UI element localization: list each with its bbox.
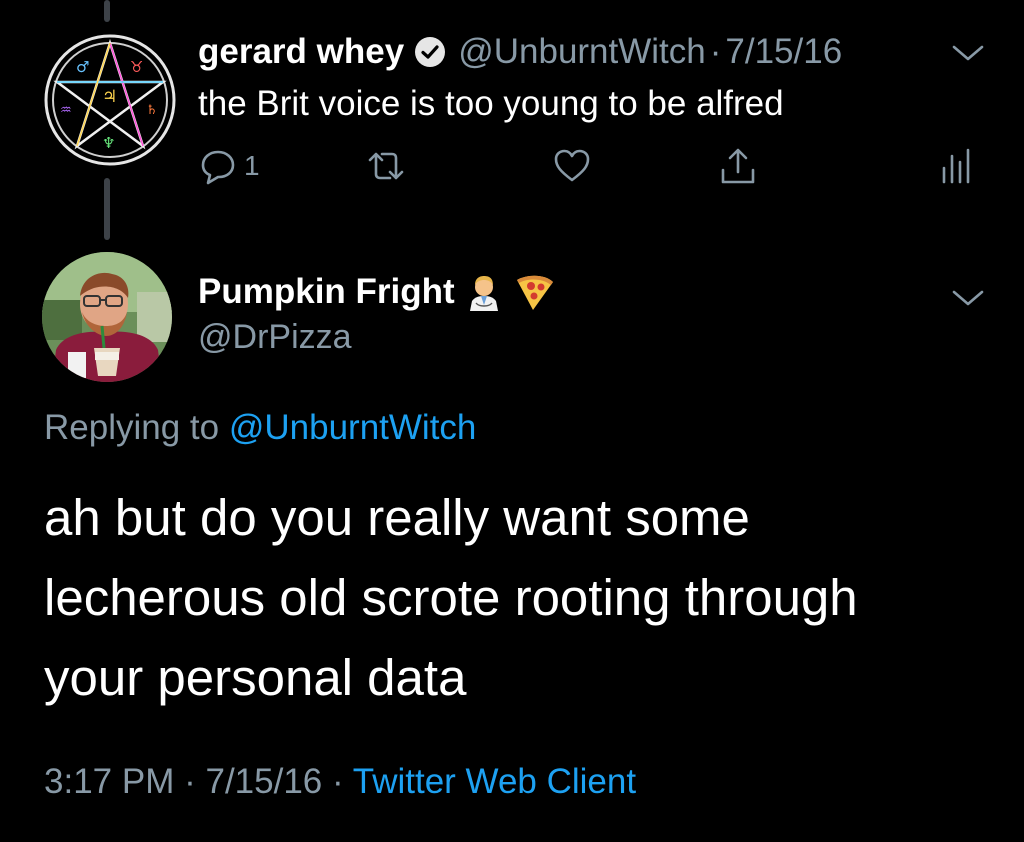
reply-count: 1	[244, 150, 260, 181]
header-separator: ·	[709, 32, 722, 71]
thread-line-connector	[104, 178, 110, 240]
svg-text:♄: ♄	[146, 103, 158, 118]
retweet-icon	[368, 152, 404, 180]
svg-text:♉: ♉	[130, 58, 143, 76]
replying-mention-link[interactable]: @UnburntWitch	[229, 408, 477, 447]
reply-display-name: Pumpkin Fright	[198, 272, 455, 311]
analytics-button[interactable]	[936, 146, 976, 186]
tweet-text-line: your personal data	[44, 649, 467, 706]
reply-tweet-text: ah but do you really want some lecherous…	[44, 478, 1004, 718]
share-icon	[721, 148, 755, 184]
analytics-icon	[942, 148, 970, 184]
parent-date[interactable]: 7/15/16	[725, 32, 842, 72]
reply-display-name-row[interactable]: Pumpkin Fright	[198, 270, 557, 314]
tweet-action-bar: 1	[198, 140, 988, 196]
avatar-photo[interactable]	[42, 252, 172, 382]
svg-text:♆: ♆	[102, 134, 115, 152]
doctor-emoji-icon	[469, 276, 498, 311]
retweet-button[interactable]	[360, 146, 412, 186]
svg-text:♒: ♒	[60, 103, 72, 118]
reply-icon	[201, 150, 235, 185]
tweet-text-line: ah but do you really want some	[44, 489, 750, 546]
avatar-pentagram[interactable]: ♂ ♉ ♃ ♒ ♄ ♆	[42, 32, 178, 168]
chevron-down-icon[interactable]	[950, 42, 986, 64]
svg-text:♂: ♂	[76, 58, 89, 76]
parent-display-name[interactable]: gerard whey	[198, 32, 404, 72]
reply-handle[interactable]: @DrPizza	[198, 318, 352, 357]
pizza-emoji-icon	[516, 275, 553, 310]
like-button[interactable]	[552, 146, 592, 186]
heart-icon	[554, 149, 590, 182]
chevron-down-icon[interactable]	[950, 287, 986, 309]
parent-handle[interactable]: @UnburntWitch	[458, 32, 706, 72]
thread-line-top	[104, 0, 110, 22]
tweet-date[interactable]: 7/15/16	[205, 762, 322, 801]
verified-badge-icon	[415, 37, 446, 67]
tweet-time[interactable]: 3:17 PM	[44, 762, 174, 801]
meta-separator: ·	[184, 762, 196, 801]
parent-tweet-text: the Brit voice is too young to be alfred	[198, 84, 784, 123]
tweet-client-link[interactable]: Twitter Web Client	[353, 762, 636, 801]
tweet-text-line: lecherous old scrote rooting through	[44, 569, 858, 626]
tweet-meta: 3:17 PM · 7/15/16 · Twitter Web Client	[44, 762, 636, 802]
replying-to-line: Replying to @UnburntWitch	[44, 408, 476, 448]
share-button[interactable]	[718, 146, 758, 186]
svg-text:♃: ♃	[102, 87, 117, 107]
replying-prefix: Replying to	[44, 408, 220, 447]
reply-button[interactable]: 1	[198, 146, 260, 186]
meta-separator: ·	[332, 762, 344, 801]
parent-tweet-header: gerard whey @UnburntWitch · 7/15/16	[198, 32, 842, 72]
